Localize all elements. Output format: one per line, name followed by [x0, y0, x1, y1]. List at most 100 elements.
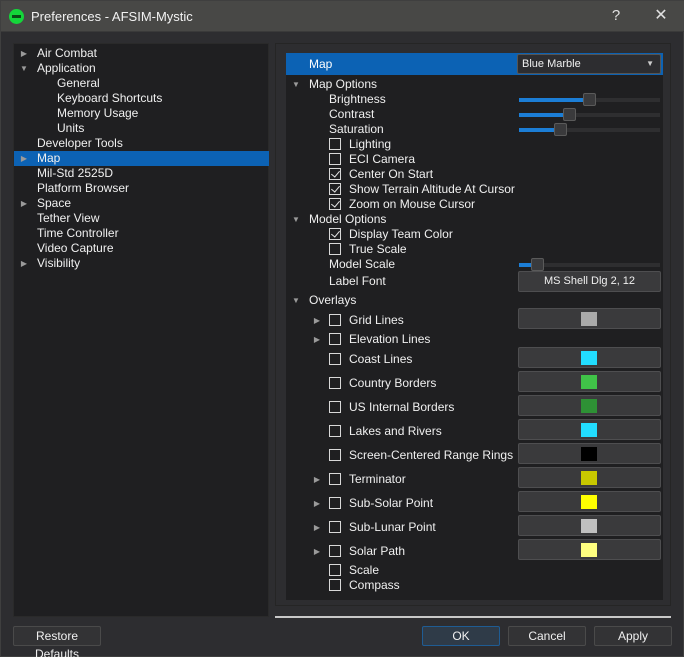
overlay-elevation-lines-checkbox[interactable] — [329, 333, 341, 345]
overlay-us-internal-borders-checkbox[interactable] — [329, 401, 341, 413]
overlay-lakes-and-rivers-checkbox[interactable] — [329, 425, 341, 437]
overlay-sub-lunar-point-color-button[interactable] — [518, 515, 661, 536]
ok-button[interactable]: OK — [422, 626, 500, 646]
eci-camera[interactable]: ECI Camera — [286, 152, 663, 167]
chevron-down-icon[interactable]: ▼ — [291, 293, 301, 308]
overlay-coast-lines[interactable]: Coast Lines — [286, 347, 663, 368]
overlay-lakes-and-rivers-color-button[interactable] — [518, 419, 661, 440]
center-on-start[interactable]: Center On Start — [286, 167, 663, 182]
model-options-section[interactable]: ▼ Model Options — [286, 212, 663, 227]
tree-item-map[interactable]: ▶ Map — [14, 151, 269, 166]
tree-item-keyboard-shortcuts[interactable]: Keyboard Shortcuts — [14, 91, 269, 106]
overlay-country-borders-color-button[interactable] — [518, 371, 661, 392]
overlay-sub-lunar-point-checkbox[interactable] — [329, 521, 341, 533]
overlay-country-borders[interactable]: Country Borders — [286, 371, 663, 392]
overlay-screen-centered-range-rings-checkbox[interactable] — [329, 449, 341, 461]
tree-item-visibility[interactable]: ▶ Visibility — [14, 256, 269, 271]
overlay-elevation-lines[interactable]: ▶ Elevation Lines — [286, 332, 663, 347]
overlay-solar-path-color-button[interactable] — [518, 539, 661, 560]
overlay-coast-lines-checkbox[interactable] — [329, 353, 341, 365]
tree-item-platform-browser[interactable]: Platform Browser — [14, 181, 269, 196]
overlay-lakes-and-rivers[interactable]: Lakes and Rivers — [286, 419, 663, 440]
close-button[interactable]: ✕ — [646, 5, 676, 27]
tree-item-units[interactable]: Units — [14, 121, 269, 136]
apply-button[interactable]: Apply — [594, 626, 672, 646]
overlays-section[interactable]: ▼ Overlays — [286, 293, 663, 308]
chevron-right-icon[interactable]: ▶ — [313, 332, 321, 347]
overlay-us-internal-borders[interactable]: US Internal Borders — [286, 395, 663, 416]
overlay-compass-checkbox[interactable] — [329, 579, 341, 591]
saturation-slider-handle[interactable] — [554, 123, 567, 136]
overlay-compass[interactable]: Compass — [286, 578, 663, 593]
chevron-right-icon[interactable]: ▶ — [313, 520, 321, 535]
chevron-down-icon[interactable]: ▼ — [291, 77, 301, 92]
eci-camera-checkbox[interactable] — [329, 153, 341, 165]
display-team-color[interactable]: Display Team Color — [286, 227, 663, 242]
label-font-button[interactable]: MS Shell Dlg 2, 12 — [518, 271, 661, 292]
help-button[interactable]: ? — [601, 5, 631, 27]
overlay-solar-path-checkbox[interactable] — [329, 545, 341, 557]
tree-item-tether-view[interactable]: Tether View — [14, 211, 269, 226]
brightness-slider-handle[interactable] — [583, 93, 596, 106]
chevron-right-icon[interactable]: ▶ — [19, 151, 29, 166]
map-options-section[interactable]: ▼ Map Options — [286, 77, 663, 92]
model-scale-slider-handle[interactable] — [531, 258, 544, 271]
chevron-right-icon[interactable]: ▶ — [19, 46, 29, 61]
overlay-us-internal-borders-color-button[interactable] — [518, 395, 661, 416]
chevron-down-icon[interactable]: ▼ — [19, 61, 29, 76]
overlay-sub-solar-point-checkbox[interactable] — [329, 497, 341, 509]
overlay-terminator-checkbox[interactable] — [329, 473, 341, 485]
zoom-on-mouse-cursor-checkbox[interactable] — [329, 198, 341, 210]
overlay-sub-lunar-point[interactable]: ▶ Sub-Lunar Point — [286, 515, 663, 536]
chevron-right-icon[interactable]: ▶ — [19, 196, 29, 211]
overlay-coast-lines-color-button[interactable] — [518, 347, 661, 368]
lighting[interactable]: Lighting — [286, 137, 663, 152]
tree-item-mil-std-2525d[interactable]: Mil-Std 2525D — [14, 166, 269, 181]
overlay-grid-lines-checkbox[interactable] — [329, 314, 341, 326]
overlay-terminator-color-button[interactable] — [518, 467, 661, 488]
chevron-right-icon[interactable]: ▶ — [313, 544, 321, 559]
overlay-grid-lines-color-button[interactable] — [518, 308, 661, 329]
center-on-start-checkbox[interactable] — [329, 168, 341, 180]
restore-defaults-button[interactable]: Restore Defaults — [13, 626, 101, 657]
tree-item-general[interactable]: General — [14, 76, 269, 91]
lighting-checkbox[interactable] — [329, 138, 341, 150]
zoom-on-mouse-cursor[interactable]: Zoom on Mouse Cursor — [286, 197, 663, 212]
overlay-scale-checkbox[interactable] — [329, 564, 341, 576]
tree-item-developer-tools[interactable]: Developer Tools — [14, 136, 269, 151]
overlay-screen-centered-range-rings[interactable]: Screen-Centered Range Rings — [286, 443, 663, 464]
contrast-slider[interactable] — [519, 108, 660, 121]
tree-item-memory-usage[interactable]: Memory Usage — [14, 106, 269, 121]
tree-item-time-controller[interactable]: Time Controller — [14, 226, 269, 241]
overlay-sub-solar-point-color-button[interactable] — [518, 491, 661, 512]
chevron-right-icon[interactable]: ▶ — [313, 496, 321, 511]
brightness-slider[interactable] — [519, 93, 660, 106]
saturation-slider[interactable] — [519, 123, 660, 136]
chevron-right-icon[interactable]: ▶ — [313, 472, 321, 487]
chevron-right-icon[interactable]: ▶ — [313, 313, 321, 328]
tree-item-video-capture[interactable]: Video Capture — [14, 241, 269, 256]
model-scale-slider[interactable] — [519, 258, 660, 271]
contrast-slider-handle[interactable] — [563, 108, 576, 121]
overlay-solar-path[interactable]: ▶ Solar Path — [286, 539, 663, 560]
tree-item-application[interactable]: ▼ Application — [14, 61, 269, 76]
map-select[interactable]: Blue Marble ▼ — [517, 54, 661, 74]
chevron-right-icon[interactable]: ▶ — [19, 256, 29, 271]
overlay-sub-solar-point-label: Sub-Solar Point — [349, 496, 434, 510]
overlay-screen-centered-range-rings-color-button[interactable] — [518, 443, 661, 464]
tree-item-space[interactable]: ▶ Space — [14, 196, 269, 211]
tree-item-air-combat[interactable]: ▶ Air Combat — [14, 46, 269, 61]
overlay-country-borders-checkbox[interactable] — [329, 377, 341, 389]
true-scale[interactable]: True Scale — [286, 242, 663, 257]
chevron-down-icon[interactable]: ▼ — [291, 212, 301, 227]
true-scale-checkbox[interactable] — [329, 243, 341, 255]
app-icon — [9, 9, 24, 24]
overlay-scale[interactable]: Scale — [286, 563, 663, 578]
display-team-color-checkbox[interactable] — [329, 228, 341, 240]
overlay-grid-lines[interactable]: ▶ Grid Lines — [286, 308, 663, 329]
cancel-button[interactable]: Cancel — [508, 626, 586, 646]
overlay-terminator[interactable]: ▶ Terminator — [286, 467, 663, 488]
show-terrain-altitude[interactable]: Show Terrain Altitude At Cursor — [286, 182, 663, 197]
overlay-sub-solar-point[interactable]: ▶ Sub-Solar Point — [286, 491, 663, 512]
show-terrain-altitude-checkbox[interactable] — [329, 183, 341, 195]
